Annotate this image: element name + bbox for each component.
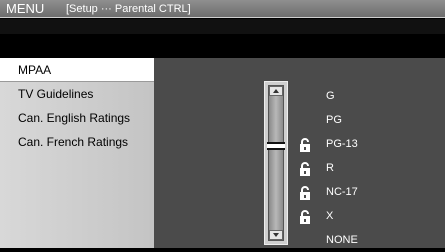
header-band — [0, 19, 445, 34]
rating-label: PG-13 — [326, 138, 358, 150]
lock-icon — [300, 138, 310, 152]
chevron-down-icon[interactable] — [269, 230, 283, 240]
rating-label: NONE — [326, 234, 358, 246]
rating-row-r[interactable]: R — [298, 156, 418, 180]
sidebar-item-can-french-ratings[interactable]: Can. French Ratings — [0, 130, 154, 154]
rating-row-pg[interactable]: PG — [298, 108, 418, 132]
rating-row-nc17[interactable]: NC-17 — [298, 180, 418, 204]
lock-icon — [300, 186, 310, 200]
rating-label: R — [326, 162, 334, 174]
rating-label: PG — [326, 114, 342, 126]
rating-row-g[interactable]: G — [298, 84, 418, 108]
rating-row-pg13[interactable]: PG-13 — [298, 132, 418, 156]
lock-icon — [300, 210, 310, 224]
sidebar: MPAA TV Guidelines Can. English Ratings … — [0, 58, 154, 248]
rating-row-x[interactable]: X — [298, 204, 418, 228]
menu-title: MENU — [6, 1, 45, 16]
breadcrumb: [Setup ··· Parental CTRL] — [66, 3, 191, 15]
rating-row-none[interactable]: NONE — [298, 228, 418, 252]
title-bar: MENU [Setup ··· Parental CTRL] — [0, 0, 445, 18]
rating-label: X — [326, 210, 334, 222]
rating-label: G — [326, 90, 335, 102]
sidebar-item-label: Can. English Ratings — [18, 111, 131, 125]
sidebar-item-label: MPAA — [18, 63, 52, 77]
sidebar-item-label: Can. French Ratings — [18, 135, 129, 149]
sidebar-item-label: TV Guidelines — [18, 87, 94, 101]
sidebar-item-can-english-ratings[interactable]: Can. English Ratings — [0, 106, 154, 130]
sidebar-item-mpaa[interactable]: MPAA — [0, 58, 154, 82]
rating-level-slider[interactable] — [264, 81, 288, 245]
rating-label: NC-17 — [326, 186, 358, 198]
lock-icon — [300, 162, 310, 176]
chevron-up-icon[interactable] — [269, 86, 283, 96]
slider-track[interactable] — [268, 85, 284, 241]
sidebar-item-tv-guidelines[interactable]: TV Guidelines — [0, 82, 154, 106]
slider-thumb[interactable] — [267, 142, 285, 150]
content-band — [0, 34, 445, 58]
